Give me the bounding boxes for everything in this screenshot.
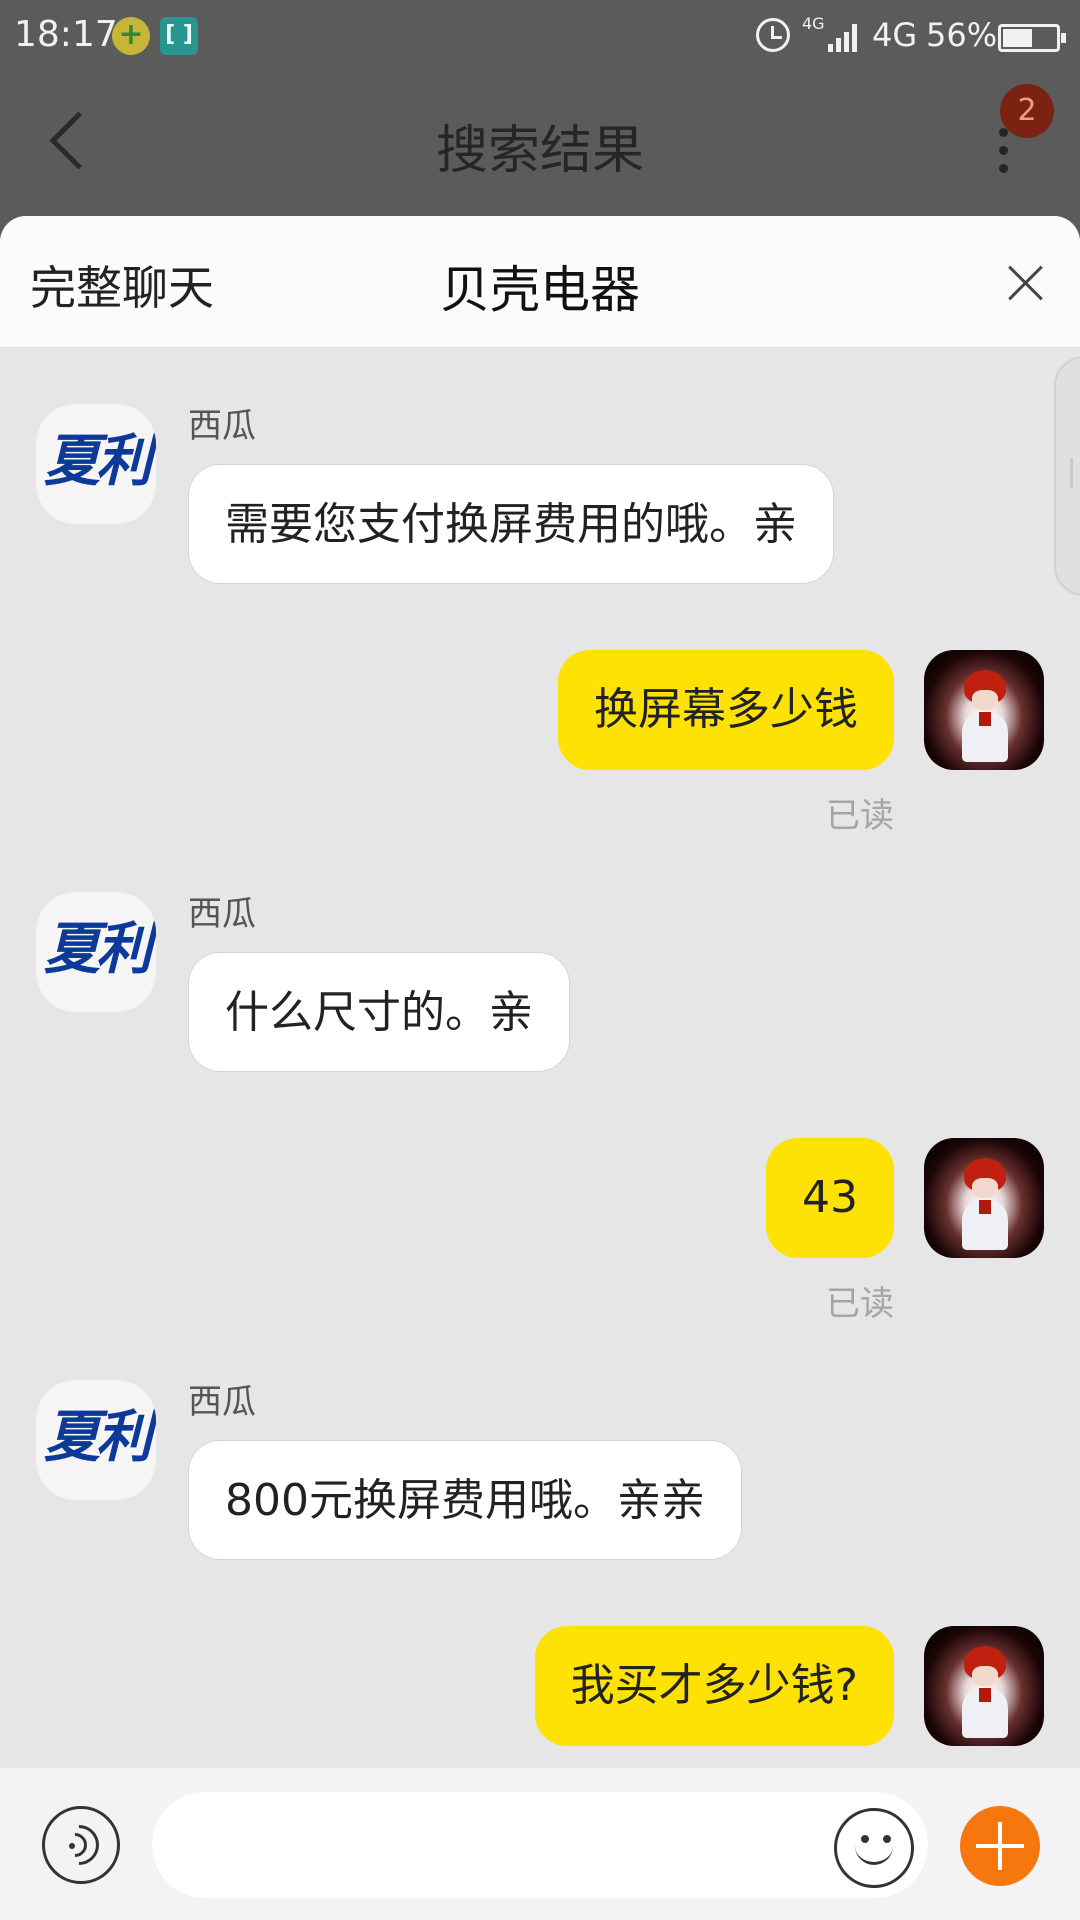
shop-logo: 夏利	[44, 1405, 152, 1470]
network-small-label: 4G	[802, 14, 825, 33]
incoming-message[interactable]: 需要您支付换屏费用的哦。亲	[188, 464, 834, 584]
shop-avatar[interactable]: 夏利	[36, 892, 156, 1012]
voice-input-button[interactable]	[42, 1806, 120, 1884]
more-actions-button[interactable]	[960, 1806, 1040, 1886]
shop-logo: 夏利	[44, 917, 152, 982]
message-input[interactable]	[152, 1792, 928, 1898]
outgoing-message[interactable]: 换屏幕多少钱	[558, 650, 894, 770]
close-icon[interactable]	[1000, 260, 1050, 310]
notification-badge: 2	[1000, 84, 1054, 138]
emoji-button[interactable]	[834, 1808, 914, 1888]
underlying-header: 搜索结果 2	[0, 78, 1080, 218]
chat-title: 贝壳电器	[440, 261, 640, 319]
signal-icon	[828, 22, 862, 52]
shop-logo: 夏利	[44, 429, 152, 494]
battery-percent: 56%	[926, 16, 998, 54]
add-app-icon: +	[112, 17, 150, 55]
outgoing-message[interactable]: 43	[766, 1138, 894, 1258]
chat-sheet: 完整聊天 贝壳电器 夏利 西瓜 需要您支付换屏费用的哦。亲 换屏幕多少钱 已读 …	[0, 216, 1080, 1920]
shop-avatar[interactable]: 夏利	[36, 404, 156, 524]
alarm-icon	[756, 18, 790, 52]
read-status: 已读	[826, 796, 894, 836]
incoming-message[interactable]: 800元换屏费用哦。亲亲	[188, 1440, 742, 1560]
my-avatar[interactable]	[924, 1626, 1044, 1746]
underlying-page-title: 搜索结果	[435, 121, 644, 181]
input-bar	[0, 1768, 1080, 1920]
my-avatar[interactable]	[924, 650, 1044, 770]
screenshot-icon: [ ]	[160, 17, 198, 55]
shop-avatar[interactable]: 夏利	[36, 1380, 156, 1500]
chat-header: 完整聊天 贝壳电器	[0, 216, 1080, 348]
battery-icon	[998, 24, 1066, 52]
side-drawer-handle[interactable]	[1054, 356, 1080, 596]
status-bar: 18:17 + [ ] 4G 4G 56%	[0, 0, 1080, 78]
network-label: 4G	[872, 16, 918, 54]
sender-name: 西瓜	[188, 894, 256, 934]
sender-name: 西瓜	[188, 406, 256, 446]
sender-name: 西瓜	[188, 1382, 256, 1422]
my-avatar[interactable]	[924, 1138, 1044, 1258]
outgoing-message[interactable]: 我买才多少钱?	[534, 1626, 894, 1746]
battery-fill	[1003, 29, 1032, 47]
incoming-message[interactable]: 什么尺寸的。亲	[188, 952, 570, 1072]
status-time: 18:17	[14, 14, 118, 55]
read-status: 已读	[826, 1284, 894, 1324]
message-list[interactable]: 夏利 西瓜 需要您支付换屏费用的哦。亲 换屏幕多少钱 已读 夏利 西瓜 什么尺寸…	[0, 348, 1080, 1920]
